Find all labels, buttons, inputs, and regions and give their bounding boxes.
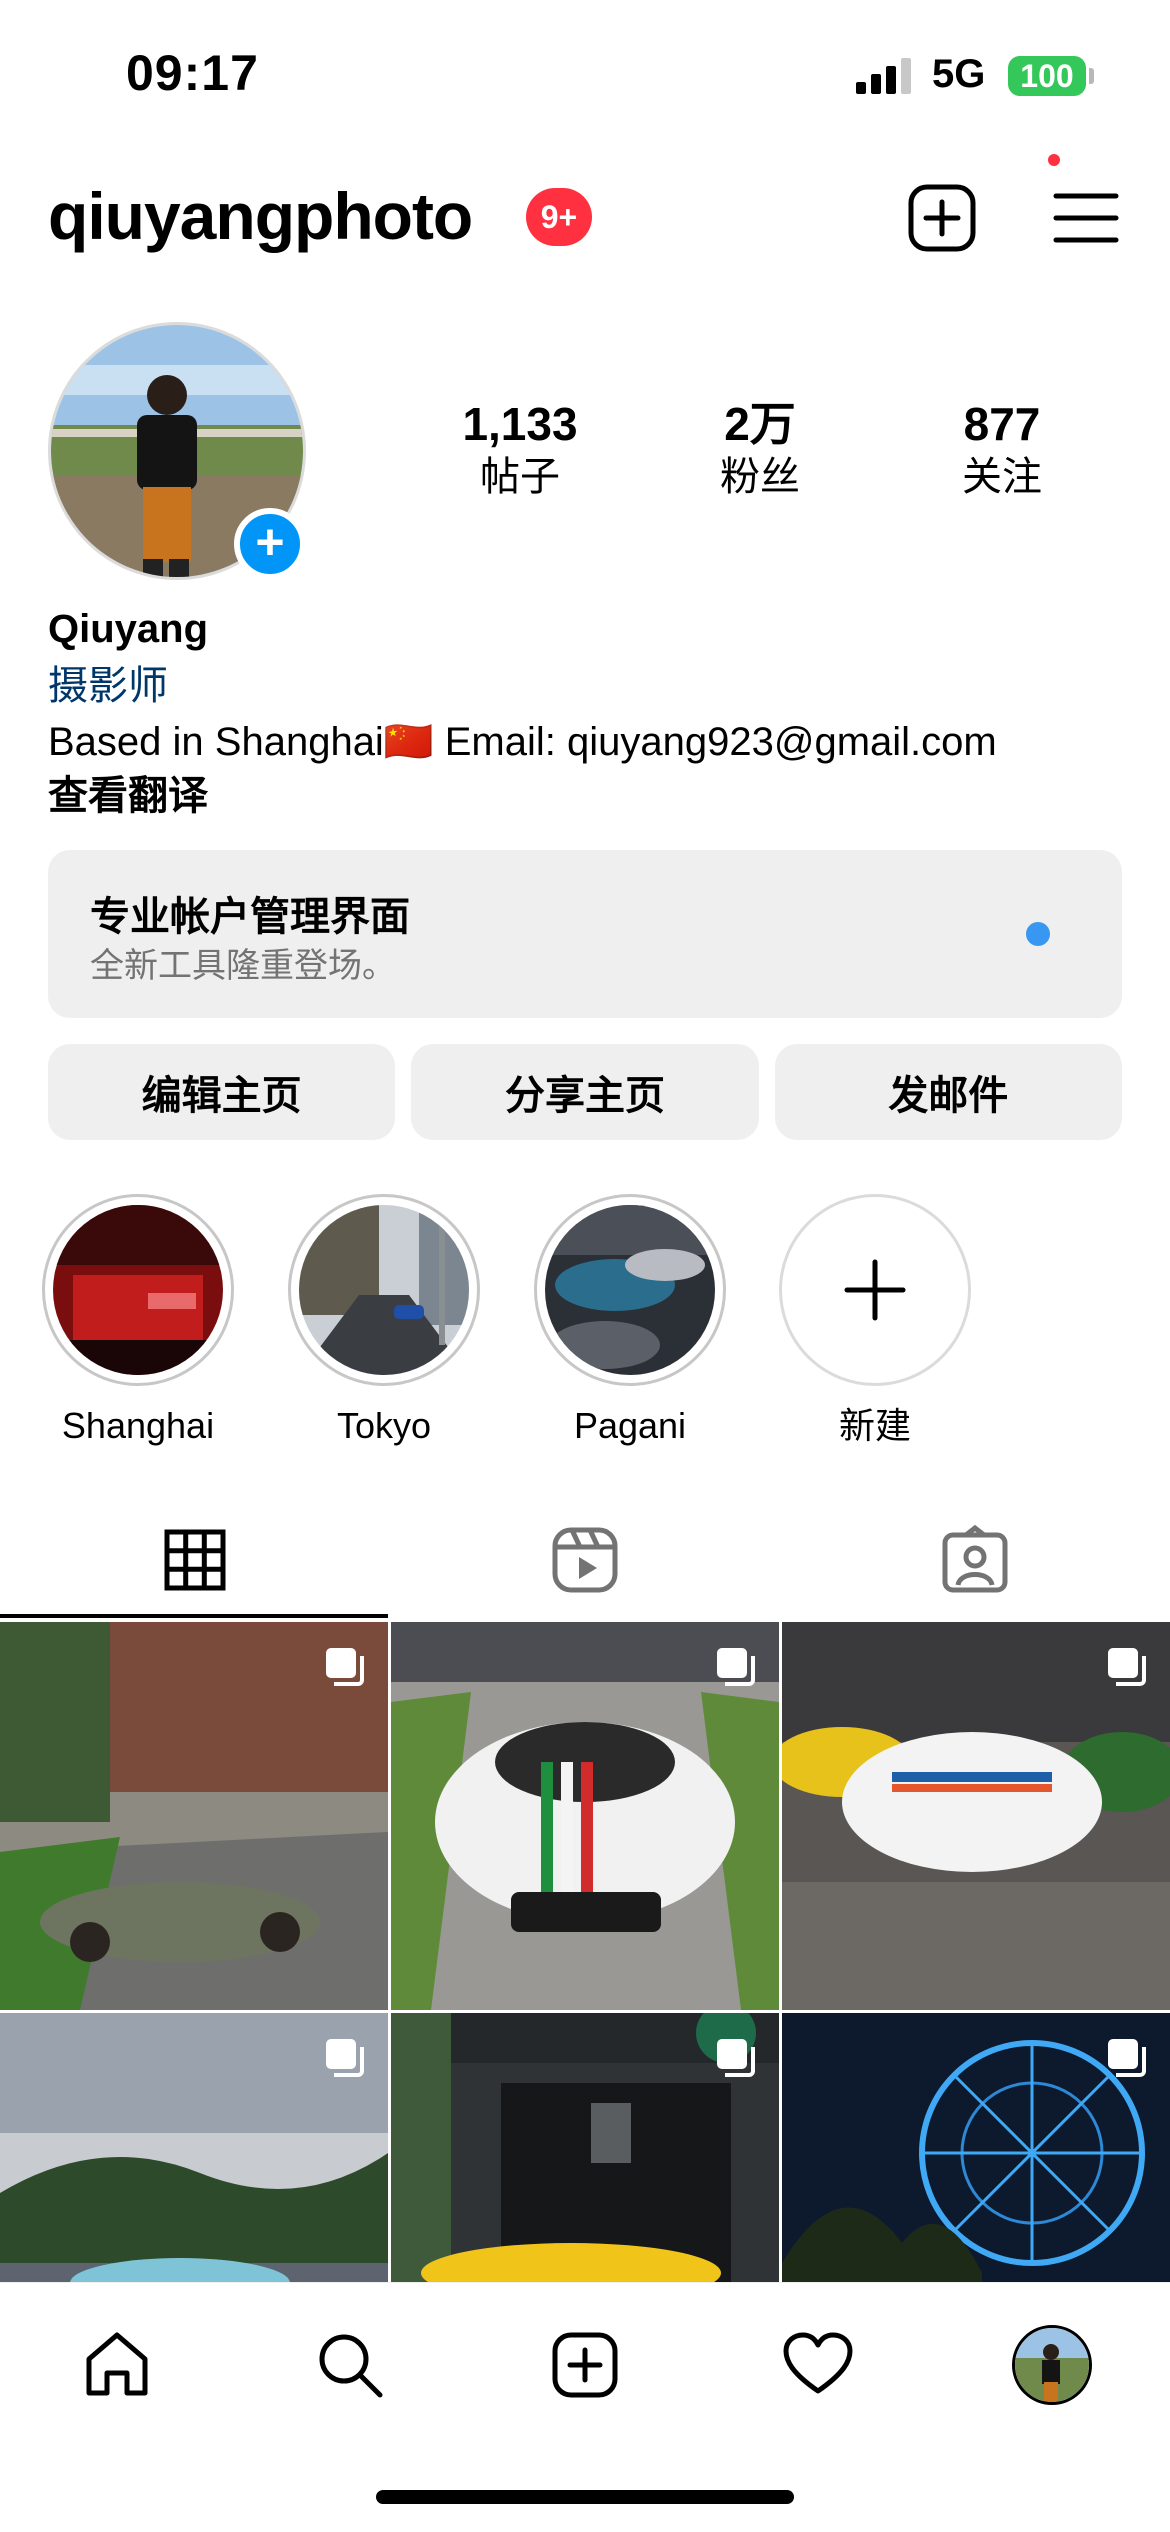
posts-grid xyxy=(0,1622,1170,2282)
profile-avatar-icon xyxy=(1012,2325,1092,2405)
battery-icon: 100 xyxy=(1008,56,1086,96)
nav-activity[interactable] xyxy=(778,2325,858,2405)
profile-avatar[interactable]: + xyxy=(48,322,306,580)
nav-profile[interactable] xyxy=(1012,2325,1092,2405)
status-time: 09:17 xyxy=(126,45,259,101)
multiple-photos-icon xyxy=(717,1648,755,1686)
posts-label: 帖子 xyxy=(480,455,560,499)
multiple-photos-icon xyxy=(1108,2039,1146,2077)
post-tile[interactable] xyxy=(782,2013,1170,2282)
display-name: Qiuyang xyxy=(48,607,209,651)
professional-dashboard-card[interactable]: 专业帐户管理界面 全新工具隆重登场。 xyxy=(48,850,1122,1018)
highlight-cover xyxy=(53,1205,223,1375)
stat-posts[interactable]: 1,133 帖子 xyxy=(420,396,620,502)
tagged-icon xyxy=(942,1525,1008,1593)
home-icon xyxy=(86,2332,148,2396)
post-tile[interactable] xyxy=(782,1622,1170,2010)
create-icon xyxy=(552,2332,618,2398)
new-highlight-ring xyxy=(779,1194,971,1386)
followers-count: 2万 xyxy=(724,398,796,450)
highlight-label: Shanghai xyxy=(61,1405,215,1446)
stat-following[interactable]: 877 关注 xyxy=(902,396,1102,502)
active-tab-indicator xyxy=(0,1614,388,1618)
highlight-label: 新建 xyxy=(838,1405,911,1446)
tab-posts[interactable] xyxy=(0,1500,390,1620)
profile-notification-dot xyxy=(1048,154,1060,166)
highlight-tokyo[interactable]: Tokyo xyxy=(284,1194,484,1448)
highlight-ring xyxy=(534,1194,726,1386)
edit-profile-button[interactable]: 编辑主页 xyxy=(48,1044,396,1140)
email-button[interactable]: 发邮件 xyxy=(774,1044,1122,1140)
reels-icon xyxy=(552,1527,618,1593)
signal-icon xyxy=(856,58,911,94)
category-label: 摄影师 xyxy=(48,664,168,708)
see-translation-link[interactable]: 查看翻译 xyxy=(48,770,1148,822)
following-label: 关注 xyxy=(962,455,1042,499)
share-profile-button[interactable]: 分享主页 xyxy=(411,1044,759,1140)
highlight-label: Pagani xyxy=(573,1405,687,1446)
highlight-ring xyxy=(288,1194,480,1386)
nav-home[interactable] xyxy=(77,2325,157,2405)
highlight-cover xyxy=(545,1205,715,1375)
heart-icon xyxy=(783,2332,853,2394)
posts-count: 1,133 xyxy=(462,398,578,450)
content-tabs xyxy=(0,1500,1170,1620)
new-indicator-dot xyxy=(1026,922,1050,946)
bio-section: Qiuyang 摄影师 Based in Shanghai🇨🇳 Email: q… xyxy=(48,600,1148,822)
post-tile[interactable] xyxy=(391,2013,779,2282)
notification-badge[interactable]: 9+ xyxy=(526,188,592,246)
add-story-button[interactable]: + xyxy=(234,508,306,580)
highlight-cover xyxy=(299,1205,469,1375)
highlight-ring xyxy=(42,1194,234,1386)
multiple-photos-icon xyxy=(717,2039,755,2077)
network-label: 5G xyxy=(932,52,986,96)
post-tile[interactable] xyxy=(0,1622,388,2010)
highlight-new[interactable]: 新建 xyxy=(775,1194,975,1448)
following-count: 877 xyxy=(963,398,1041,450)
dashboard-title: 专业帐户管理界面 xyxy=(90,895,410,939)
multiple-photos-icon xyxy=(326,2039,364,2077)
username[interactable]: qiuyangphoto xyxy=(48,178,473,254)
post-tile[interactable] xyxy=(391,1622,779,2010)
nav-search[interactable] xyxy=(310,2325,390,2405)
grid-icon xyxy=(164,1529,226,1591)
nav-create[interactable] xyxy=(545,2325,625,2405)
stat-followers[interactable]: 2万 粉丝 xyxy=(660,396,860,502)
highlight-pagani[interactable]: Pagani xyxy=(530,1194,730,1448)
multiple-photos-icon xyxy=(1108,1648,1146,1686)
menu-icon[interactable] xyxy=(1050,182,1122,254)
battery-tip xyxy=(1089,68,1094,84)
tab-tagged[interactable] xyxy=(780,1500,1170,1620)
multiple-photos-icon xyxy=(326,1648,364,1686)
bio-text: Based in Shanghai🇨🇳 Email: qiuyang923@gm… xyxy=(48,720,997,764)
plus-icon xyxy=(844,1259,906,1321)
status-bar: 09:17 5G 100 xyxy=(0,0,1170,150)
post-tile[interactable] xyxy=(0,2013,388,2282)
profile-actions: 编辑主页 分享主页 发邮件 xyxy=(48,1044,1122,1140)
tab-reels[interactable] xyxy=(390,1500,780,1620)
dashboard-subtitle: 全新工具隆重登场。 xyxy=(90,947,396,985)
profile-header: qiuyangphoto 9+ xyxy=(0,160,1170,270)
create-post-icon[interactable] xyxy=(906,182,978,254)
followers-label: 粉丝 xyxy=(720,455,800,499)
home-indicator[interactable] xyxy=(376,2490,794,2504)
highlight-label: Tokyo xyxy=(336,1405,432,1446)
search-icon xyxy=(319,2334,383,2398)
highlight-shanghai[interactable]: Shanghai xyxy=(38,1194,238,1448)
